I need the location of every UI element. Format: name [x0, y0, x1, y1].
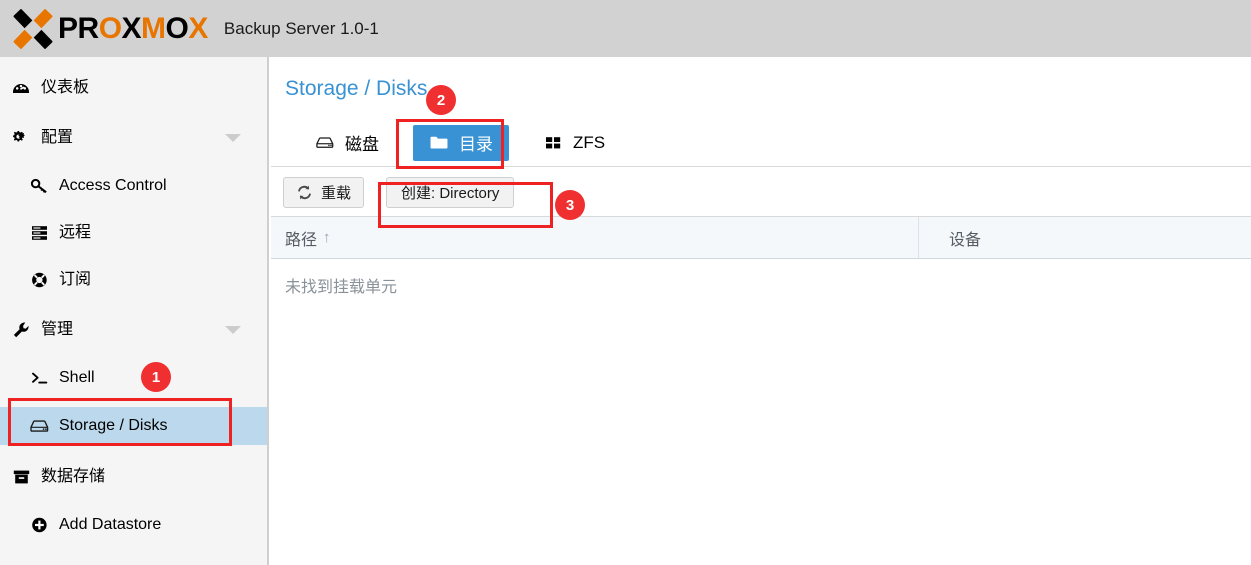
- annotation-badge-2: 2: [426, 85, 456, 115]
- sort-ascending-icon: ↑: [323, 229, 331, 246]
- annotation-badge-3: 3: [555, 190, 585, 220]
- brand-wordmark: PROXMOX: [58, 11, 208, 45]
- folder-icon: [429, 134, 449, 151]
- column-label: 设备: [949, 231, 982, 249]
- chevron-down-icon[interactable]: [225, 326, 241, 334]
- reload-label: 重载: [321, 184, 352, 202]
- main-content: Storage / Disks 磁盘 目录 ZFS 重载 创建: Directo…: [271, 57, 1251, 565]
- tab-zfs[interactable]: ZFS: [527, 125, 621, 161]
- plus-circle-icon: [28, 516, 50, 534]
- sidebar-item-storage-disks[interactable]: Storage / Disks: [0, 407, 267, 445]
- sidebar-item-label: 管理: [41, 321, 74, 338]
- sidebar-item-access-control[interactable]: Access Control: [0, 167, 267, 205]
- sidebar-item-administration[interactable]: 管理: [0, 311, 267, 349]
- hard-drive-icon: [28, 417, 50, 435]
- sidebar-item-label: Shell: [59, 369, 95, 386]
- product-title: Backup Server 1.0-1: [223, 18, 379, 38]
- sidebar-item-label: 配置: [41, 129, 74, 146]
- sidebar-nav: 仪表板 配置 Access Control 远程 订阅 管理 Shell Sto…: [0, 57, 269, 565]
- sidebar-item-remote[interactable]: 远程: [0, 214, 267, 252]
- tab-label: 磁盘: [345, 135, 379, 154]
- sidebar-item-label: 远程: [59, 224, 92, 241]
- dashboard-icon: [10, 79, 32, 97]
- hard-drive-icon: [315, 134, 335, 151]
- tab-label: ZFS: [573, 132, 606, 152]
- annotation-badge-1: 1: [141, 362, 171, 392]
- table-header: 路径 ↑ 设备: [271, 217, 1251, 259]
- table-empty-message: 未找到挂载单元: [285, 279, 398, 296]
- tab-label: 目录: [459, 135, 493, 154]
- column-header-path[interactable]: 路径 ↑: [271, 217, 918, 258]
- app-header: PROXMOX Backup Server 1.0-1: [0, 0, 1251, 57]
- tab-bar: 磁盘 目录 ZFS: [271, 119, 1251, 167]
- wrench-icon: [10, 321, 32, 339]
- sidebar-item-label: Access Control: [59, 177, 167, 194]
- sidebar-item-dashboard[interactable]: 仪表板: [0, 69, 267, 107]
- sidebar-item-label: 订阅: [59, 271, 92, 288]
- create-directory-label: 创建: Directory: [401, 184, 500, 202]
- page-title: Storage / Disks: [285, 77, 428, 100]
- create-directory-button[interactable]: 创建: Directory: [386, 176, 515, 208]
- sidebar-item-label: 数据存储: [41, 468, 106, 485]
- gears-icon: [10, 129, 32, 147]
- sidebar-item-datastores[interactable]: 数据存储: [0, 458, 267, 496]
- proxmox-x-logo: [10, 8, 56, 49]
- column-header-device[interactable]: 设备: [918, 217, 1251, 258]
- terminal-icon: [28, 369, 50, 387]
- tab-directory[interactable]: 目录: [413, 124, 509, 161]
- sidebar-item-label: Add Datastore: [59, 516, 162, 533]
- sidebar-item-label: 仪表板: [41, 79, 90, 96]
- sidebar-item-subscription[interactable]: 订阅: [0, 261, 267, 299]
- archive-box-icon: [10, 468, 32, 486]
- sidebar-item-label: Storage / Disks: [59, 417, 168, 434]
- column-label: 路径: [285, 231, 318, 249]
- chevron-down-icon[interactable]: [225, 134, 241, 142]
- server-icon: [28, 224, 50, 242]
- sidebar-item-add-datastore[interactable]: Add Datastore: [0, 506, 267, 544]
- content-toolbar: 重载 创建: Directory: [271, 168, 1251, 217]
- sidebar-item-configuration[interactable]: 配置: [0, 119, 267, 157]
- refresh-icon: [296, 184, 313, 201]
- key-icon: [28, 177, 50, 195]
- reload-button[interactable]: 重载: [283, 176, 365, 208]
- tab-disks[interactable]: 磁盘: [299, 125, 395, 161]
- grid-squares-icon: [543, 134, 563, 151]
- lifebuoy-icon: [28, 271, 50, 289]
- sidebar-item-shell[interactable]: Shell: [0, 359, 267, 397]
- proxmox-logo: PROXMOX: [10, 8, 208, 49]
